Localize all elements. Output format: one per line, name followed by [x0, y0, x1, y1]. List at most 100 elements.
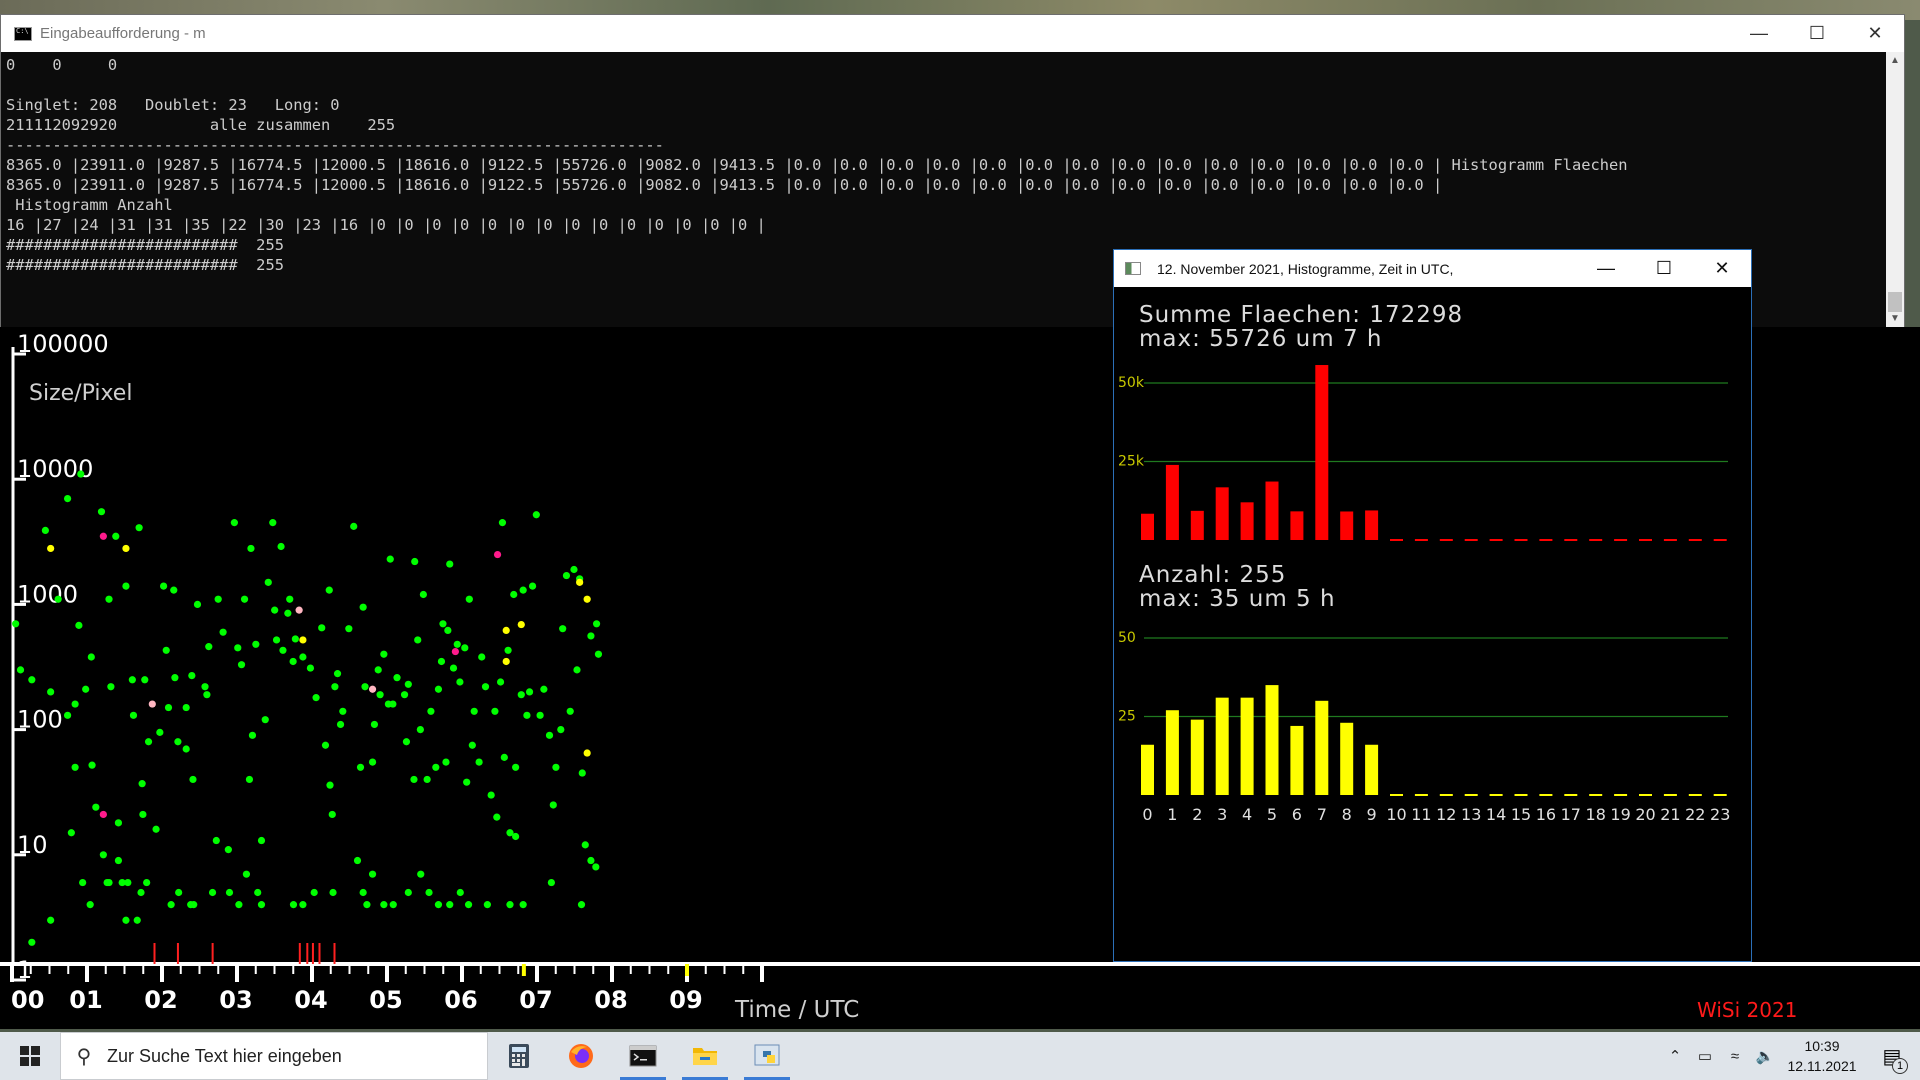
console-line: 8365.0 |23911.0 |9287.5 |16774.5 |12000.…: [6, 156, 1628, 174]
data-point: [208, 888, 217, 897]
data-point: [279, 646, 287, 654]
count-bar: [1265, 685, 1279, 795]
notification-count: 1: [1892, 1057, 1908, 1074]
histogram-titlebar[interactable]: 12. November 2021, Histogramme, Zeit in …: [1114, 250, 1751, 287]
calculator-icon[interactable]: [488, 1032, 550, 1080]
data-point: [400, 691, 409, 699]
file-explorer-icon[interactable]: [674, 1032, 736, 1080]
data-point: [143, 878, 151, 887]
firefox-icon[interactable]: [550, 1032, 612, 1080]
data-point: [63, 494, 72, 503]
data-point: [77, 470, 85, 478]
data-point: [464, 901, 473, 909]
start-button[interactable]: [0, 1032, 60, 1080]
minimize-button[interactable]: —: [1730, 15, 1788, 52]
data-point: [500, 753, 508, 761]
close-button[interactable]: ✕: [1693, 250, 1751, 287]
data-point: [141, 676, 149, 684]
data-point: [205, 643, 213, 651]
minimize-button[interactable]: —: [1577, 250, 1635, 287]
data-point: [386, 555, 394, 563]
data-point: [402, 738, 411, 746]
data-point: [234, 644, 242, 652]
search-icon: ⚲: [76, 1045, 92, 1068]
data-point: [277, 542, 285, 551]
area-bar: [1265, 481, 1279, 540]
data-point: [468, 741, 476, 749]
data-point: [148, 700, 156, 708]
data-point: [361, 683, 369, 691]
data-point: [368, 685, 377, 693]
hour-label: 11: [1411, 805, 1431, 824]
data-point: [506, 901, 514, 909]
search-placeholder: Zur Suche Text hier eingeben: [107, 1045, 342, 1066]
data-point: [451, 647, 459, 656]
data-point: [461, 644, 469, 652]
data-point: [411, 557, 419, 566]
data-point: [257, 901, 266, 909]
count-bar: [1240, 697, 1254, 795]
hour-label: 16: [1536, 805, 1556, 824]
data-point: [434, 685, 443, 693]
data-point: [444, 626, 452, 634]
notification-button[interactable]: ▤ 1: [1864, 1044, 1920, 1074]
hour-label: 0: [1142, 805, 1152, 824]
hour-label: 22: [1685, 805, 1705, 824]
y-axis-label: Size/Pixel: [29, 381, 132, 406]
data-point: [224, 846, 232, 854]
data-point: [122, 916, 130, 924]
scroll-up-icon[interactable]: ▲: [1886, 52, 1904, 70]
data-point: [240, 595, 249, 603]
python-icon[interactable]: [736, 1032, 798, 1080]
count-sum-label: Anzahl: 255: [1139, 562, 1286, 588]
data-point: [99, 851, 107, 859]
data-point: [345, 625, 353, 633]
taskbar-search[interactable]: ⚲ Zur Suche Text hier eingeben: [60, 1032, 488, 1080]
data-point: [512, 763, 520, 771]
data-point: [587, 856, 595, 865]
data-point: [566, 707, 574, 715]
x-tick-label: 09: [669, 986, 702, 1014]
data-point: [225, 888, 234, 897]
data-point: [376, 691, 384, 699]
console-output[interactable]: 0 0 0 Singlet: 208 Doublet: 23 Long: 0 21…: [6, 55, 1884, 275]
signature-label: WiSi 2021: [1697, 998, 1797, 1022]
count-tick-label: 25: [1118, 709, 1136, 725]
area-tick-label: 50k: [1118, 375, 1145, 391]
data-point: [137, 888, 145, 897]
data-point: [212, 836, 220, 845]
data-point: [47, 544, 55, 553]
data-point: [456, 888, 464, 897]
console-titlebar[interactable]: Eingabeaufforderung - m — ☐ ✕: [1, 15, 1904, 52]
chevron-up-icon[interactable]: ⌃: [1660, 1047, 1690, 1065]
histogram-window[interactable]: 12. November 2021, Histogramme, Zeit in …: [1113, 249, 1752, 962]
data-point: [16, 666, 25, 674]
data-point: [114, 819, 123, 827]
area-bar: [1190, 510, 1204, 540]
data-point: [47, 688, 55, 696]
console-line: Singlet: 208 Doublet: 23 Long: 0: [6, 96, 340, 114]
scroll-down-icon[interactable]: ▼: [1886, 310, 1904, 328]
close-button[interactable]: ✕: [1846, 15, 1904, 52]
maximize-button[interactable]: ☐: [1788, 15, 1846, 52]
wifi-icon[interactable]: ≈: [1720, 1048, 1750, 1065]
data-point: [525, 688, 534, 696]
speaker-icon[interactable]: 🔈: [1750, 1047, 1780, 1065]
data-point: [284, 609, 292, 617]
console-scrollbar[interactable]: ▲ ▼: [1886, 52, 1904, 328]
data-point: [152, 825, 160, 833]
area-tick-label: 25k: [1118, 454, 1145, 470]
data-point: [414, 636, 422, 644]
data-point: [592, 620, 601, 628]
clock[interactable]: 10:39 12.11.2021: [1780, 1036, 1864, 1076]
terminal-icon[interactable]: [612, 1032, 674, 1080]
battery-icon[interactable]: ▭: [1690, 1047, 1720, 1065]
hour-label: 15: [1511, 805, 1531, 824]
scroll-thumb[interactable]: [1888, 292, 1902, 312]
x-axis-label: Time / UTC: [734, 997, 859, 1023]
maximize-button[interactable]: ☐: [1635, 250, 1693, 287]
console-line: 8365.0 |23911.0 |9287.5 |16774.5 |12000.…: [6, 176, 1443, 194]
data-point: [105, 595, 113, 603]
data-point: [107, 683, 115, 691]
data-point: [404, 680, 412, 688]
